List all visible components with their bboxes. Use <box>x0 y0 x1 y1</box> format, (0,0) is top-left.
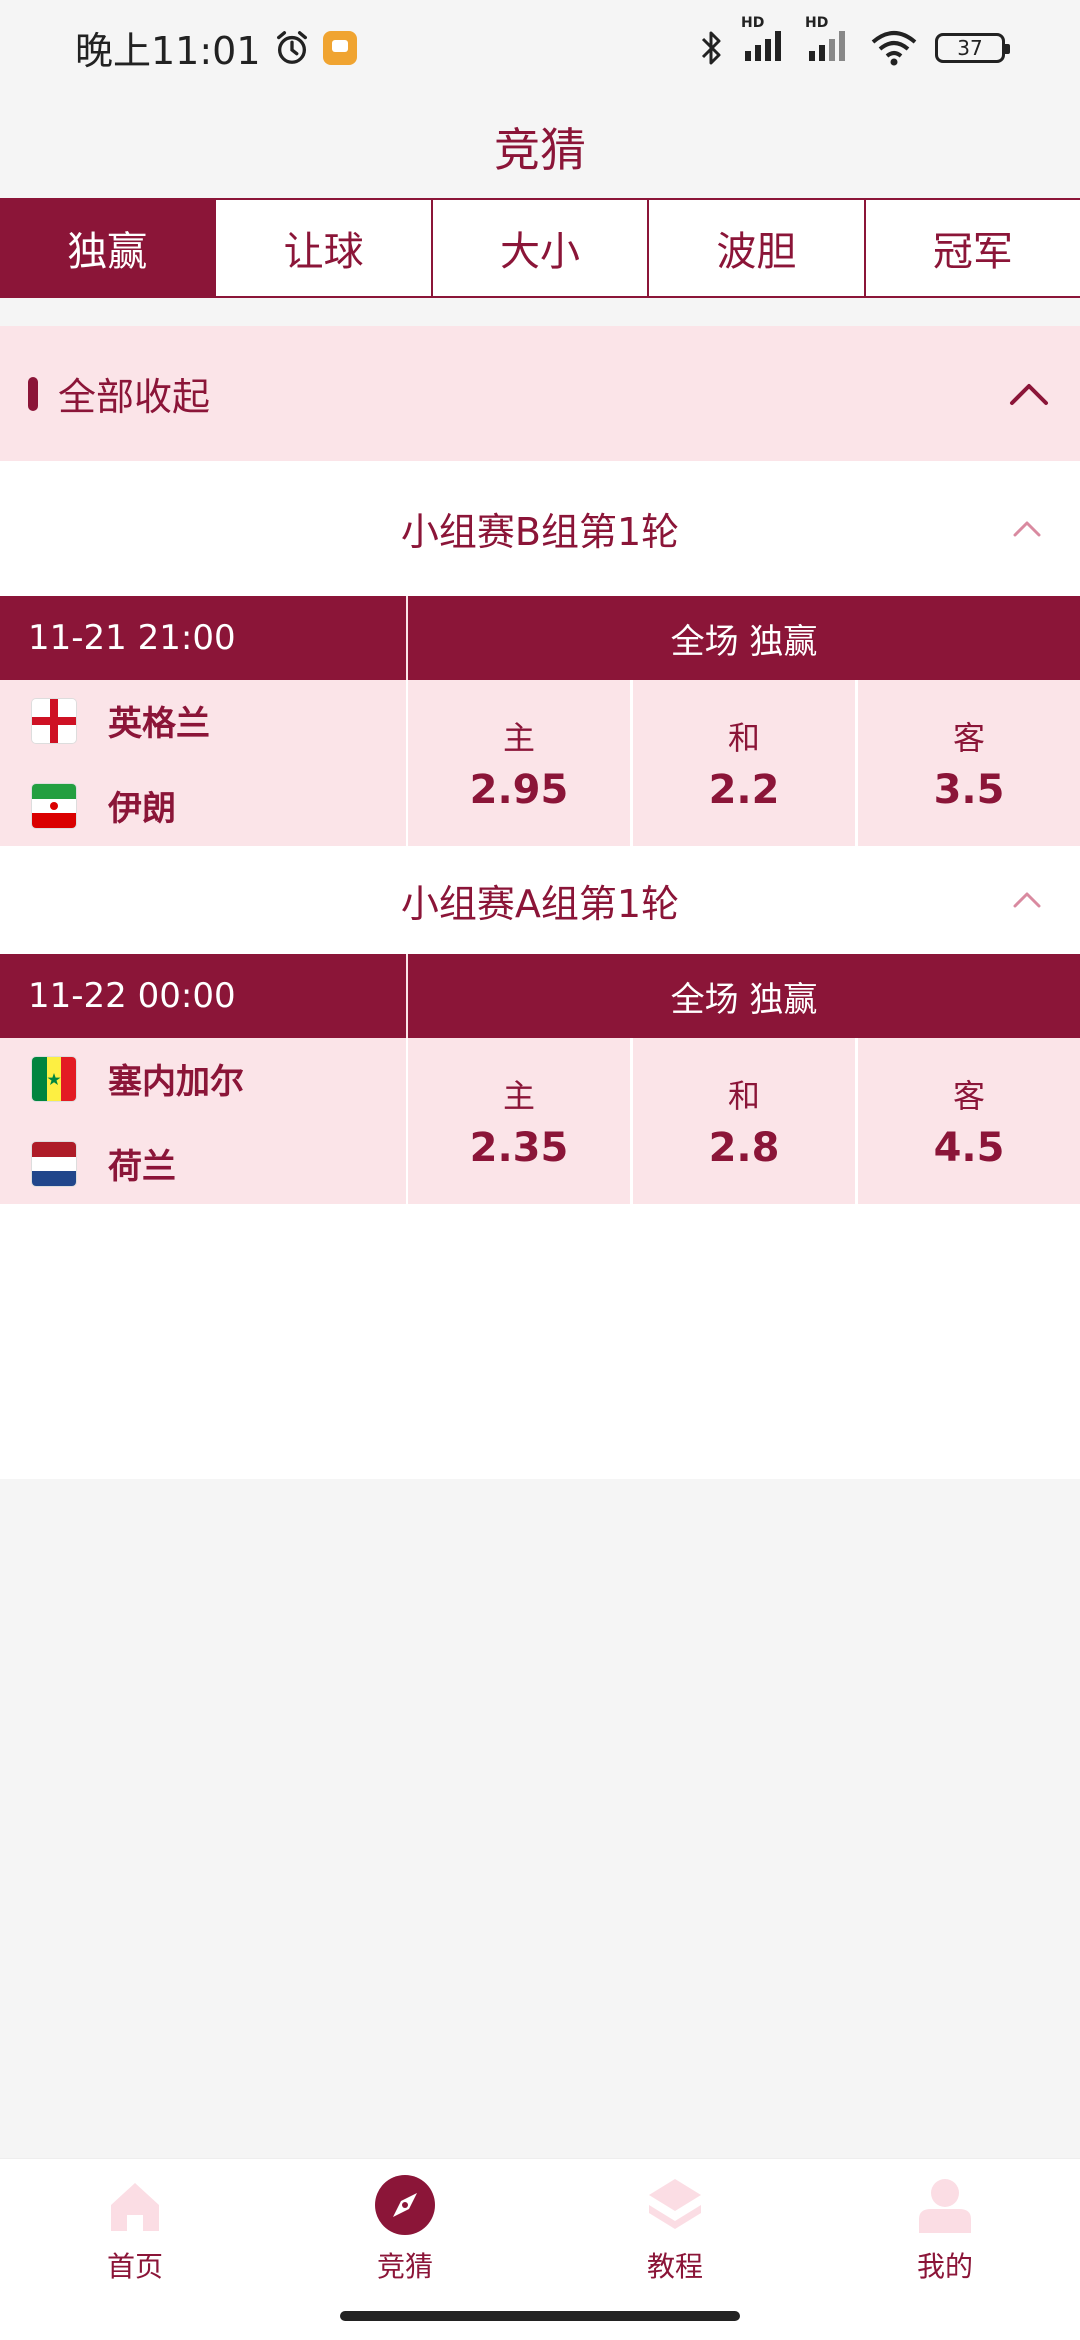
odd-label: 主 <box>502 1077 535 1115</box>
odd-away[interactable]: 客 4.5 <box>858 1038 1080 1204</box>
netherlands-flag-icon <box>32 1141 76 1186</box>
odd-value: 4.5 <box>933 1125 1005 1171</box>
odd-away[interactable]: 客 3.5 <box>858 680 1080 846</box>
odd-label: 和 <box>727 1077 760 1115</box>
user-icon <box>919 2179 971 2233</box>
accent-bar <box>28 376 38 411</box>
tab-champion[interactable]: 冠军 <box>866 200 1080 296</box>
wifi-icon <box>871 30 917 65</box>
bluetooth-icon <box>701 31 721 64</box>
signal-icon: HD <box>741 15 789 69</box>
status-right: HD HD 37 <box>699 15 1010 69</box>
senegal-flag-icon <box>32 1056 76 1101</box>
odd-value: 2.35 <box>469 1125 569 1171</box>
nav-label: 我的 <box>916 2250 973 2283</box>
collapse-all-label: 全部收起 <box>58 375 211 419</box>
match-header: 11-21 21:00 全场 独赢 <box>0 596 1080 680</box>
odd-home[interactable]: 主 2.95 <box>408 680 633 846</box>
odd-draw[interactable]: 和 2.2 <box>633 680 858 846</box>
group-title: 小组赛A组第1轮 <box>400 881 680 926</box>
bet-type-tabs: 独赢 让球 大小 波胆 冠军 <box>0 198 1080 298</box>
odd-label: 主 <box>502 719 535 757</box>
chevron-up-icon[interactable] <box>1010 512 1044 546</box>
odd-value: 2.2 <box>708 767 780 813</box>
page-title: 竞猜 <box>0 95 1080 198</box>
home-team: 塞内加尔 <box>32 1054 406 1103</box>
nav-label: 首页 <box>106 2250 163 2283</box>
odd-home[interactable]: 主 2.35 <box>408 1038 633 1204</box>
nav-home[interactable]: 首页 <box>0 2159 270 2340</box>
market-label: 全场 独赢 <box>670 621 818 662</box>
odd-value: 2.95 <box>469 767 569 813</box>
home-team-name: 英格兰 <box>108 704 210 744</box>
away-team-name: 伊朗 <box>108 789 176 829</box>
england-flag-icon <box>32 698 76 743</box>
chevron-up-icon[interactable] <box>1010 883 1044 917</box>
signal-icon-2: HD <box>805 15 853 69</box>
teams: 塞内加尔 荷兰 <box>0 1038 408 1204</box>
status-bar: 晚上11:01 HD HD 37 <box>0 0 1080 95</box>
collapse-all-bar[interactable]: 全部收起 <box>0 326 1080 461</box>
odd-value: 2.8 <box>708 1125 780 1171</box>
home-team: 英格兰 <box>32 696 406 745</box>
signal-label-2: HD <box>805 14 829 31</box>
battery-level: 37 <box>957 35 983 60</box>
signal-label-1: HD <box>741 14 765 31</box>
layers-icon <box>649 2179 701 2229</box>
iran-flag-icon <box>32 783 76 828</box>
nav-label: 教程 <box>646 2250 703 2283</box>
odd-label: 客 <box>952 719 985 757</box>
tab-handicap[interactable]: 让球 <box>216 200 433 296</box>
match-list: 小组赛B组第1轮 11-21 21:00 全场 独赢 英格兰 伊朗 主 2.95… <box>0 461 1080 1479</box>
teams: 英格兰 伊朗 <box>0 680 408 846</box>
odd-value: 3.5 <box>933 767 1005 813</box>
odd-draw[interactable]: 和 2.8 <box>633 1038 858 1204</box>
group-title: 小组赛B组第1轮 <box>400 510 680 554</box>
alarm-icon <box>276 30 307 64</box>
match-row: 英格兰 伊朗 主 2.95 和 2.2 客 3.5 <box>0 680 1080 846</box>
group-header[interactable]: 小组赛B组第1轮 <box>0 461 1080 596</box>
away-team-name: 荷兰 <box>108 1147 176 1187</box>
odd-label: 客 <box>952 1077 985 1115</box>
battery-icon: 37 <box>935 32 1010 63</box>
compass-icon <box>375 2175 435 2235</box>
nav-label: 竞猜 <box>376 2250 433 2283</box>
odds: 主 2.95 和 2.2 客 3.5 <box>408 680 1080 846</box>
nav-mine[interactable]: 我的 <box>810 2159 1080 2340</box>
match-header: 11-22 00:00 全场 独赢 <box>0 954 1080 1038</box>
match-time: 11-22 00:00 <box>0 954 408 1038</box>
odd-label: 和 <box>727 719 760 757</box>
status-left: 晚上11:01 <box>75 20 357 75</box>
odds: 主 2.35 和 2.8 客 4.5 <box>408 1038 1080 1204</box>
match-row: 塞内加尔 荷兰 主 2.35 和 2.8 客 4.5 <box>0 1038 1080 1204</box>
chevron-up-icon[interactable] <box>1006 371 1052 417</box>
tab-over-under[interactable]: 大小 <box>433 200 650 296</box>
home-team-name: 塞内加尔 <box>108 1062 244 1102</box>
away-team: 荷兰 <box>32 1139 406 1188</box>
home-icon <box>111 2183 159 2231</box>
match-time: 11-21 21:00 <box>0 596 408 680</box>
tab-win[interactable]: 独赢 <box>0 200 217 296</box>
home-indicator[interactable] <box>340 2311 740 2321</box>
market-label: 全场 独赢 <box>670 979 818 1020</box>
group-header[interactable]: 小组赛A组第1轮 <box>0 846 1080 954</box>
status-time: 晚上11:01 <box>75 29 261 73</box>
message-app-icon <box>322 30 357 65</box>
away-team: 伊朗 <box>32 781 406 830</box>
tab-correct-score[interactable]: 波胆 <box>649 200 866 296</box>
